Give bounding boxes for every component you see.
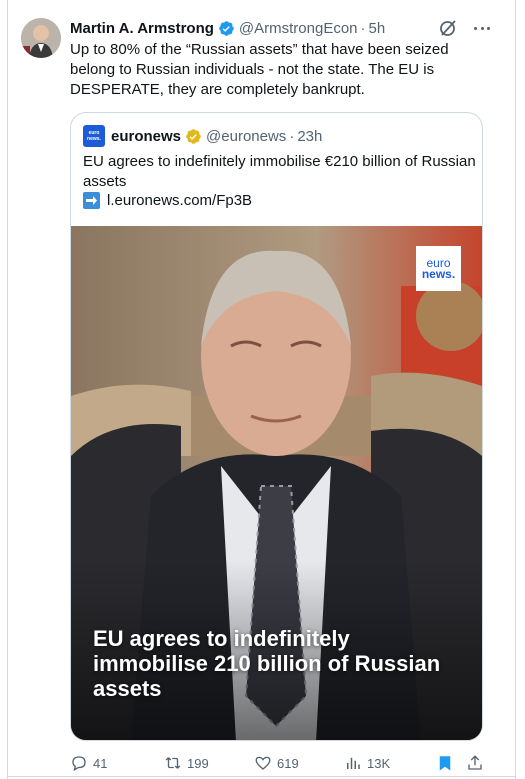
more-dot (487, 26, 490, 30)
frame-bottom-border (7, 776, 516, 777)
quote-link[interactable]: l.euronews.com/Fp3B (83, 192, 252, 209)
frame-left-border (7, 0, 8, 779)
quote-author-handle[interactable]: @euronews (206, 128, 286, 145)
reply-count: 41 (93, 755, 108, 771)
author-name[interactable]: Martin A. Armstrong (70, 20, 214, 37)
tweet-header: Martin A. Armstrong @ArmstrongEcon · 5h (70, 18, 385, 38)
separator-dot: · (289, 127, 295, 145)
bookmark-icon (439, 756, 451, 771)
frame-right-border (515, 0, 516, 779)
bookmark-button[interactable] (436, 754, 459, 772)
more-icon[interactable] (470, 18, 494, 38)
repost-button[interactable]: 199 (164, 754, 209, 772)
euronews-avatar[interactable]: euro news. (83, 125, 105, 147)
quote-header: euro news. euronews @euronews · 23h (83, 125, 322, 147)
reply-icon (72, 756, 86, 772)
like-button[interactable]: 619 (254, 754, 299, 772)
views-count: 13K (367, 755, 391, 771)
link-arrow-icon (83, 192, 100, 209)
quote-time[interactable]: 23h (297, 128, 322, 145)
separator-dot: · (360, 19, 366, 37)
avatar[interactable] (21, 18, 61, 58)
euronews-logo: euro news. (416, 246, 461, 291)
reply-button[interactable]: 41 (70, 754, 107, 772)
like-count: 619 (277, 755, 299, 771)
more-dot (480, 26, 484, 30)
repost-count: 199 (187, 755, 209, 771)
share-button[interactable] (466, 754, 489, 772)
euronews-logo-line2: news. (421, 266, 456, 281)
quote-text: EU agrees to indefinitely immobilise €21… (83, 153, 476, 190)
verified-badge-icon (186, 128, 201, 144)
views-button[interactable]: 13K (344, 754, 390, 772)
post-time[interactable]: 5h (369, 20, 386, 37)
action-bar: 41 199 619 13K (70, 754, 490, 774)
verified-badge-icon (219, 20, 234, 36)
author-handle[interactable]: @ArmstrongEcon (239, 20, 358, 37)
quote-media-image[interactable]: euro news. EU agrees to indefinitely imm… (71, 226, 482, 740)
more-dot (474, 26, 477, 30)
euronews-avatar-line2: news. (87, 136, 101, 142)
media-caption: EU agrees to indefinitely immobilise 210… (93, 626, 441, 701)
tweet-text: Up to 80% of the “Russian assets” that h… (70, 41, 449, 98)
grok-icon[interactable] (438, 18, 458, 38)
quote-link-text: l.euronews.com/Fp3B (107, 192, 253, 209)
avatar-image (21, 18, 61, 58)
views-icon (347, 757, 360, 769)
repost-icon (165, 757, 181, 769)
quoted-tweet-card[interactable]: euro news. euronews @euronews · 23h EU a… (70, 112, 483, 741)
like-icon (255, 756, 271, 770)
quote-author-name[interactable]: euronews (111, 128, 181, 145)
share-icon (468, 755, 482, 770)
